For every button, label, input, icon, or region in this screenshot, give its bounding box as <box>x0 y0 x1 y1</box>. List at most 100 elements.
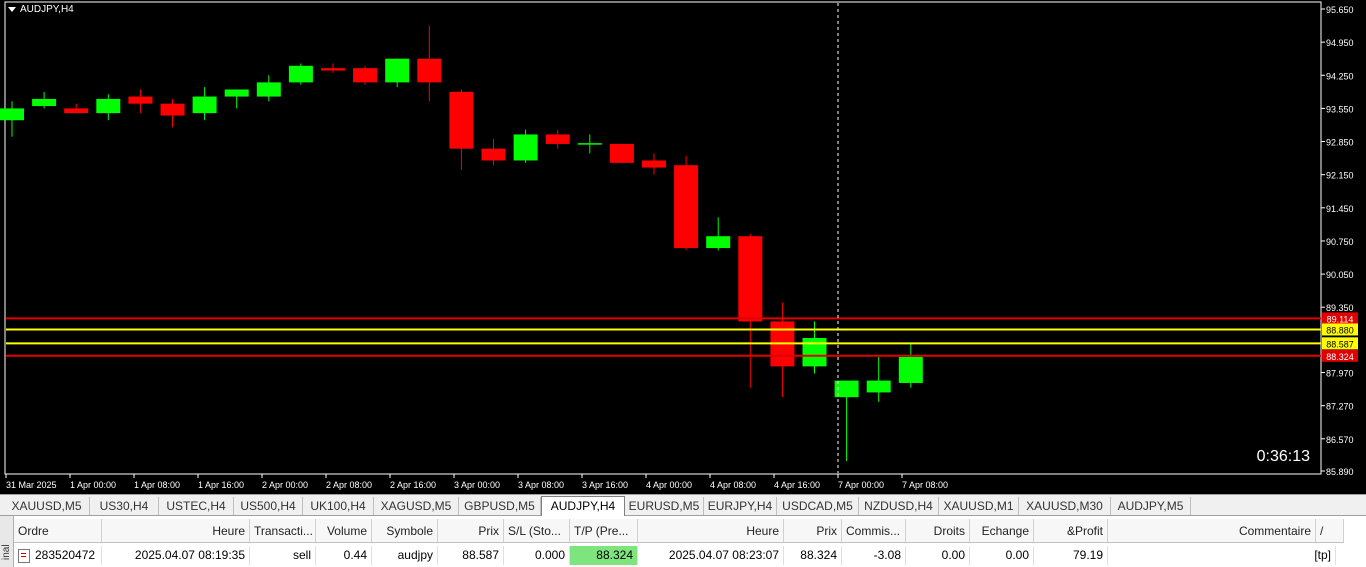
cell-sl: 0.000 <box>504 546 570 565</box>
tab-us30-h4[interactable]: US30,H4 <box>90 497 159 515</box>
tab-usdcad-m5[interactable]: USDCAD,M5 <box>777 497 859 515</box>
price-level-label: 89.114 <box>1327 314 1354 324</box>
tab-xagusd-m5[interactable]: XAGUSD,M5 <box>374 497 459 515</box>
candle-body <box>577 143 602 145</box>
price-tick-label: 85.890 <box>1326 467 1354 477</box>
tab-ustec-h4[interactable]: USTEC,H4 <box>159 497 234 515</box>
cell-commentaire: [tp] <box>1108 546 1336 565</box>
candle-body <box>192 96 217 114</box>
column-header-9[interactable]: Prix <box>784 519 842 543</box>
candle-body <box>481 148 506 161</box>
tab-xauusd-m30[interactable]: XAUUSD,M30 <box>1019 497 1111 515</box>
cell-droits: 0.00 <box>906 546 970 565</box>
cell-symbole: audjpy <box>372 546 438 565</box>
tab-audjpy-h4[interactable]: AUDJPY,H4 <box>541 496 625 517</box>
candle-body <box>674 165 699 249</box>
terminal-side-label: inal <box>1 544 12 560</box>
candle-timer: 0:36:13 <box>1257 448 1310 465</box>
price-tick-label: 87.270 <box>1326 402 1354 412</box>
candle-body <box>96 98 121 114</box>
tab-audjpy-m5[interactable]: AUDJPY,M5 <box>1111 497 1191 515</box>
column-header-14[interactable]: Commentaire <box>1108 519 1316 543</box>
price-tick-label: 93.550 <box>1326 104 1354 114</box>
column-header-13[interactable]: &Profit <box>1034 519 1108 543</box>
candlestick-chart[interactable]: AUDJPY,H4 89.11488.880 88.587 88.324 95.65… <box>0 0 1366 494</box>
candle-body <box>706 236 731 249</box>
cell-heure: 2025.04.07 08:19:35 <box>102 546 250 565</box>
price-tick-label: 87.970 <box>1326 369 1354 379</box>
time-tick-label: 2 Apr 16:00 <box>390 480 436 490</box>
tab-xauusd-m5[interactable]: XAUUSD,M5 <box>4 497 90 515</box>
candle-body <box>288 65 313 83</box>
column-header-8[interactable]: Heure <box>638 519 784 543</box>
column-header-6[interactable]: S/L (Sto... <box>504 519 570 543</box>
chart-tabs-bar: XAUUSD,M5 US30,H4 USTEC,H4 US500,H4 UK100,H4… <box>0 494 1366 517</box>
candle-body <box>642 160 666 168</box>
tab-gbpusd-m5[interactable]: GBPUSD,M5 <box>459 497 541 515</box>
price-level-label: 88.587 <box>1326 339 1354 349</box>
time-tick-label: 31 Mar 2025 <box>6 480 57 490</box>
terminal-table-header: Ordre Heure Transacti... Volume Symbole Prix S… <box>14 519 1366 543</box>
column-header-4[interactable]: Symbole <box>372 519 438 543</box>
price-level-label: 88.324 <box>1326 352 1354 362</box>
column-header-12[interactable]: Echange <box>970 519 1034 543</box>
time-tick-label: 4 Apr 00:00 <box>646 480 692 490</box>
column-header-5[interactable]: Prix <box>438 519 504 543</box>
time-tick-label: 4 Apr 08:00 <box>710 480 756 490</box>
price-tick-label: 86.570 <box>1326 435 1354 445</box>
candle-body <box>353 68 378 83</box>
candle-body <box>64 108 89 114</box>
candle-body <box>32 98 57 107</box>
chart-menu-triangle-icon[interactable] <box>8 7 16 12</box>
price-levels-group: 89.11488.880 88.587 88.324 <box>6 312 1358 362</box>
cell-echange: 0.00 <box>970 546 1034 565</box>
price-tick-label: 92.150 <box>1326 171 1354 181</box>
cell-ordre: 283520472 <box>14 546 102 565</box>
chart-area[interactable]: AUDJPY,H4 89.114 88.880 88.587 88.324 95.65… <box>0 0 1366 494</box>
cell-prix: 88.587 <box>438 546 504 565</box>
candle-body <box>449 91 474 149</box>
time-tick-label: 1 Apr 16:00 <box>198 480 244 490</box>
time-tick-label: 2 Apr 08:00 <box>326 480 372 490</box>
time-tick-label: 3 Apr 16:00 <box>582 480 628 490</box>
column-header-10[interactable]: Commis... <box>842 519 906 543</box>
candle-body <box>0 108 24 121</box>
candle-body <box>321 68 345 71</box>
time-tick-label: 3 Apr 00:00 <box>454 480 500 490</box>
candle-body <box>545 134 570 144</box>
tab-nzdusd-h4[interactable]: NZDUSD,H4 <box>859 497 939 515</box>
tab-uk100-h4[interactable]: UK100,H4 <box>303 497 374 515</box>
candle-body <box>609 143 634 163</box>
time-axis: 31 Mar 2025 1 Apr 00:00 1 Apr 08:00 1 Apr 1… <box>5 474 948 490</box>
candle-body <box>224 89 249 97</box>
cell-commission: -3.08 <box>842 546 906 565</box>
chart-title: AUDJPY,H4 <box>20 4 74 15</box>
tab-xauusd-m1[interactable]: XAUUSD,M1 <box>939 497 1019 515</box>
cell-tp: 88.324 <box>570 546 638 565</box>
cell-profit: 79.19 <box>1034 546 1108 565</box>
table-row[interactable]: 283520472 2025.04.07 08:19:35 sell 0.44 audj… <box>14 546 1366 565</box>
price-tick-label: 95.650 <box>1326 5 1354 15</box>
tab-eurusd-m5[interactable]: EURUSD,M5 <box>625 497 704 515</box>
column-header-11[interactable]: Droits <box>906 519 970 543</box>
price-level-label: 88.880 <box>1326 325 1354 335</box>
price-tick-label: 94.950 <box>1326 38 1354 48</box>
column-header-1[interactable]: Heure <box>102 519 250 543</box>
time-tick-label: 7 Apr 00:00 <box>838 480 884 490</box>
candle-body <box>898 356 923 383</box>
candle-body <box>513 134 538 161</box>
tab-us500-h4[interactable]: US500,H4 <box>234 497 303 515</box>
column-header-7[interactable]: T/P (Pre... <box>570 519 638 543</box>
tab-eurjpy-h4[interactable]: EURJPY,H4 <box>704 497 777 515</box>
price-tick-label: 90.750 <box>1326 237 1354 247</box>
cell-prix2: 88.324 <box>784 546 842 565</box>
chart-frame <box>4 1 1322 475</box>
column-header-2[interactable]: Transacti... <box>250 519 316 543</box>
terminal-side-tab[interactable]: inal <box>0 516 14 567</box>
column-header-0[interactable]: Ordre <box>14 519 102 543</box>
cell-volume: 0.44 <box>316 546 372 565</box>
column-header-3[interactable]: Volume <box>316 519 372 543</box>
price-tick-label: 94.250 <box>1326 71 1354 81</box>
candle-body <box>738 236 763 322</box>
candle-body <box>866 380 891 393</box>
